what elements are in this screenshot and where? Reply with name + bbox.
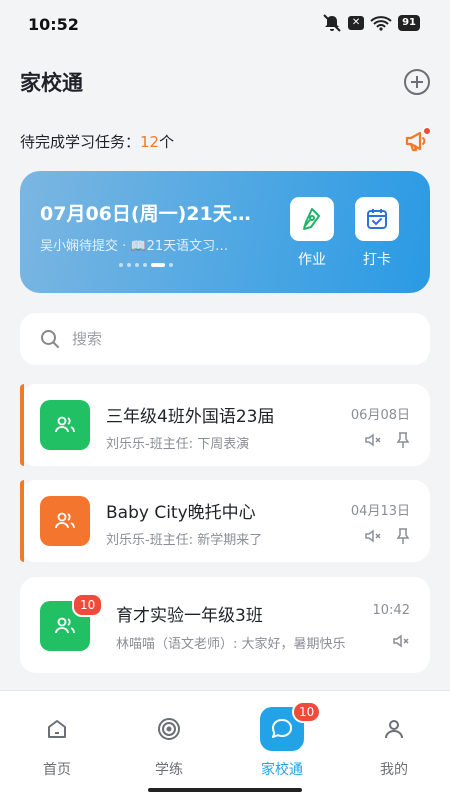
status-time: 10:52 — [28, 15, 79, 34]
banner-subtitle: 吴小娴待提交 · 📖21天语文习… — [40, 239, 229, 254]
pending-tasks-count: 12 — [140, 132, 160, 151]
chat-status-icons — [364, 432, 410, 448]
target-icon — [147, 707, 191, 751]
chat-last-message: 林喵喵（语文老师）: 大家好，暑期快乐 — [116, 637, 346, 652]
person-icon — [372, 707, 416, 751]
chat-status-icons — [392, 633, 410, 649]
carousel-dot — [135, 263, 139, 267]
group-icon — [55, 416, 75, 433]
tab-me[interactable]: 我的 — [354, 707, 434, 779]
tab-home-school[interactable]: 10 家校通 — [242, 701, 322, 779]
group-avatar — [40, 496, 90, 546]
tab-label: 学练 — [155, 762, 183, 778]
notification-dot — [423, 127, 431, 135]
checkin-label: 打卡 — [363, 252, 391, 268]
carousel-dot-active — [151, 263, 165, 267]
home-indicator[interactable] — [148, 788, 302, 792]
tab-label: 家校通 — [261, 762, 303, 778]
chat-item[interactable]: 三年级4班外国语23届 06月08日 刘乐乐-班主任: 下周表演 — [20, 384, 430, 466]
mute-icon — [322, 14, 342, 32]
mute-icon — [365, 433, 381, 447]
mute-icon — [365, 529, 381, 543]
calendar-check-icon — [355, 197, 399, 241]
group-icon — [55, 617, 75, 634]
mute-icon — [393, 634, 409, 648]
homework-label: 作业 — [298, 252, 326, 268]
group-icon — [55, 512, 75, 529]
pending-tasks-label: 待完成学习任务： — [20, 132, 141, 151]
chat-last-message: 刘乐乐-班主任: 下周表演 — [106, 437, 250, 452]
tab-home[interactable]: 首页 — [17, 707, 97, 779]
home-icon — [35, 707, 79, 751]
chat-last-message: 刘乐乐-班主任: 新学期来了 — [106, 533, 263, 548]
tab-practice[interactable]: 学练 — [129, 707, 209, 779]
status-bar: 10:52 ✕ 91 — [0, 0, 450, 48]
pin-icon — [396, 528, 410, 544]
chat-status-icons — [364, 528, 410, 544]
banner-title: 07月06日(周一)21天… — [40, 203, 251, 225]
wifi-icon — [370, 15, 392, 31]
homework-button[interactable]: 作业 — [290, 197, 334, 269]
page-header: 家校通 — [20, 62, 430, 102]
unread-badge: 10 — [72, 593, 104, 617]
page-title: 家校通 — [20, 71, 83, 95]
pen-icon — [290, 197, 334, 241]
add-button[interactable] — [404, 69, 430, 95]
tab-label: 首页 — [43, 762, 71, 778]
chat-name: 三年级4班外国语23届 — [106, 407, 275, 427]
group-avatar — [40, 400, 90, 450]
chat-date: 10:42 — [372, 603, 410, 618]
chat-date: 06月08日 — [350, 408, 410, 423]
bottom-tab-bar: 首页 学练 10 家校通 我的 — [0, 690, 450, 800]
search-input[interactable] — [72, 330, 392, 348]
chat-item[interactable]: 10 育才实验一年级3班 10:42 林喵喵（语文老师）: 大家好，暑期快乐 — [20, 577, 430, 673]
carousel-indicator — [119, 263, 173, 267]
task-banner[interactable]: 07月06日(周一)21天… 吴小娴待提交 · 📖21天语文习… 作业 打卡 — [20, 171, 430, 293]
chat-date: 04月13日 — [350, 504, 410, 519]
announcement-button[interactable] — [404, 127, 431, 154]
search-icon — [41, 330, 59, 348]
tab-label: 我的 — [380, 762, 408, 778]
pending-tasks-unit: 个 — [159, 132, 175, 151]
chat-item[interactable]: Baby City晚托中心 04月13日 刘乐乐-班主任: 新学期来了 — [20, 480, 430, 562]
chat-name: Baby City晚托中心 — [106, 503, 256, 523]
search-bar[interactable] — [20, 313, 430, 365]
pending-tasks-row[interactable]: 待完成学习任务：12个 — [20, 126, 431, 156]
chat-name: 育才实验一年级3班 — [116, 606, 263, 626]
pin-icon — [396, 432, 410, 448]
carousel-dot — [169, 263, 173, 267]
status-icons: ✕ 91 — [322, 14, 420, 32]
notification-x-icon: ✕ — [348, 16, 365, 30]
carousel-dot — [143, 263, 147, 267]
carousel-dot — [119, 263, 123, 267]
checkin-button[interactable]: 打卡 — [355, 197, 399, 269]
tab-badge: 10 — [292, 701, 322, 723]
battery-icon: 91 — [398, 15, 420, 31]
pending-tasks-text: 待完成学习任务：12个 — [20, 131, 174, 152]
carousel-dot — [127, 263, 131, 267]
